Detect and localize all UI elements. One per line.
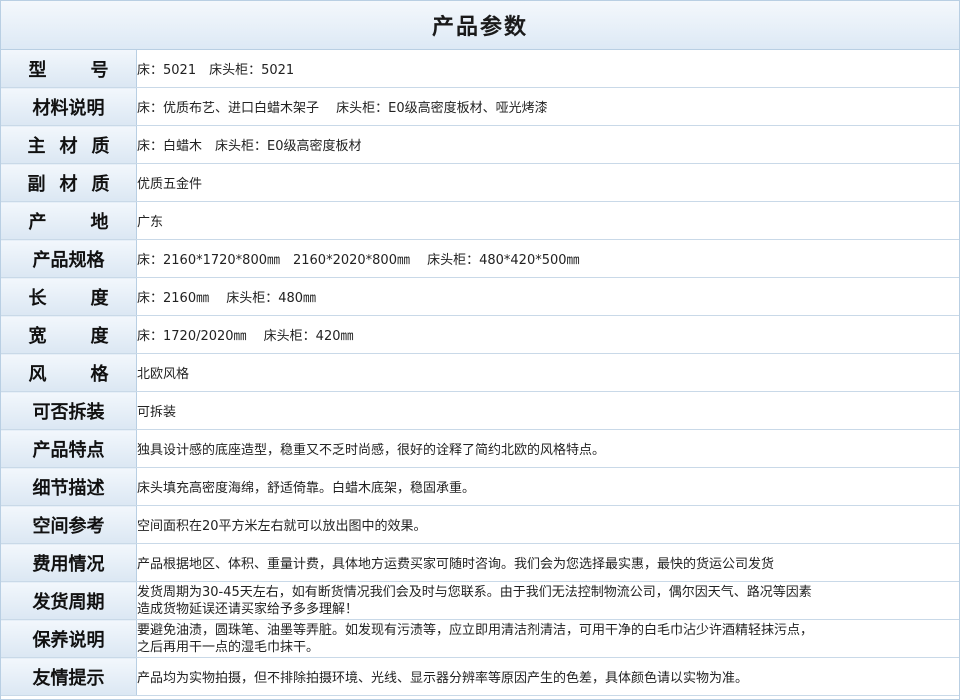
parameters-table: 型号 床：5021 床头柜：5021 材料说明 床：优质布艺、进口白蜡木架子 床… xyxy=(1,50,959,696)
table-row: 主材质 床：白蜡木 床头柜：E0级高密度板材 xyxy=(1,125,959,164)
row-value-origin: 广东 xyxy=(136,201,959,240)
row-label-spec: 产品规格 xyxy=(32,249,105,271)
row-label-length: 长度 xyxy=(28,287,153,309)
row-value-spec: 床：2160*1720*800㎜ 2160*2020*800㎜ 床头柜：480*… xyxy=(136,239,959,278)
row-value-style: 北欧风格 xyxy=(136,353,959,392)
row-value-tips: 产品均为实物拍摄，但不排除拍摄环境、光线、显示器分辨率等原因产生的色差，具体颜色… xyxy=(136,657,959,696)
row-value-material-desc: 床：优质布艺、进口白蜡木架子 床头柜：E0级高密度板材、哑光烤漆 xyxy=(136,87,959,126)
table-row: 产品特点 独具设计感的底座造型，稳重又不乏时尚感，很好的诠释了简约北欧的风格特点… xyxy=(1,429,959,468)
row-label-shipping: 发货周期 xyxy=(32,591,105,613)
row-value-sub-material: 优质五金件 xyxy=(136,163,959,202)
table-row: 副材质 优质五金件 xyxy=(1,163,959,202)
row-value-shipping-line1: 发货周期为30-45天左右，如有断货情况我们会及时与您联系。由于我们无法控制物流… xyxy=(137,584,812,600)
table-row: 产品规格 床：2160*1720*800㎜ 2160*2020*800㎜ 床头柜… xyxy=(1,239,959,278)
row-label-care: 保养说明 xyxy=(32,629,105,651)
table-row: 材料说明 床：优质布艺、进口白蜡木架子 床头柜：E0级高密度板材、哑光烤漆 xyxy=(1,87,959,126)
row-value-care-line2: 之后再用干一点的湿毛巾抹干。 xyxy=(137,639,320,655)
row-value-space-ref: 空间面积在20平方米左右就可以放出图中的效果。 xyxy=(136,505,959,544)
row-label-sub-material: 副材质 xyxy=(27,173,124,195)
table-row: 发货周期 发货周期为30-45天左右，如有断货情况我们会及时与您联系。由于我们无… xyxy=(1,581,959,620)
row-value-fees: 产品根据地区、体积、重量计费，具体地方运费买家可随时咨询。我们会为您选择最实惠，… xyxy=(136,543,959,582)
table-row: 空间参考 空间面积在20平方米左右就可以放出图中的效果。 xyxy=(1,505,959,544)
table-row: 长度 床：2160㎜ 床头柜：480㎜ xyxy=(1,277,959,316)
table-row: 友情提示 产品均为实物拍摄，但不排除拍摄环境、光线、显示器分辨率等原因产生的色差… xyxy=(1,657,959,696)
table-row: 细节描述 床头填充高密度海绵，舒适倚靠。白蜡木底架，稳固承重。 xyxy=(1,467,959,506)
table-row: 产地 广东 xyxy=(1,201,959,240)
row-value-details: 床头填充高密度海绵，舒适倚靠。白蜡木底架，稳固承重。 xyxy=(136,467,959,506)
row-label-width: 宽度 xyxy=(28,325,153,347)
row-value-detachable: 可拆装 xyxy=(136,391,959,430)
row-label-material-desc: 材料说明 xyxy=(32,97,105,119)
row-label-origin: 产地 xyxy=(28,211,153,233)
row-label-space-ref: 空间参考 xyxy=(32,515,105,537)
row-value-width: 床：1720/2020㎜ 床头柜：420㎜ xyxy=(136,315,959,354)
row-value-main-material: 床：白蜡木 床头柜：E0级高密度板材 xyxy=(136,125,959,164)
row-value-features: 独具设计感的底座造型，稳重又不乏时尚感，很好的诠释了简约北欧的风格特点。 xyxy=(136,429,959,468)
table-row: 宽度 床：1720/2020㎜ 床头柜：420㎜ xyxy=(1,315,959,354)
row-label-model: 型号 xyxy=(28,59,153,81)
table-row: 型号 床：5021 床头柜：5021 xyxy=(1,50,959,88)
product-parameters-sheet: 产品参数 型号 床：5021 床头柜：5021 材料说明 床：优质布艺、进口白蜡… xyxy=(0,0,960,700)
sheet-title: 产品参数 xyxy=(1,1,959,50)
row-value-shipping: 发货周期为30-45天左右，如有断货情况我们会及时与您联系。由于我们无法控制物流… xyxy=(136,581,959,620)
table-row: 保养说明 要避免油渍，圆珠笔、油墨等弄脏。如发现有污渍等，应立即用清洁剂清洁，可… xyxy=(1,619,959,658)
row-label-fees: 费用情况 xyxy=(32,553,105,575)
row-label-style: 风格 xyxy=(28,363,153,385)
row-label-details: 细节描述 xyxy=(32,477,105,499)
row-label-features: 产品特点 xyxy=(32,439,105,461)
table-row: 费用情况 产品根据地区、体积、重量计费，具体地方运费买家可随时咨询。我们会为您选… xyxy=(1,543,959,582)
row-value-care-line1: 要避免油渍，圆珠笔、油墨等弄脏。如发现有污渍等，应立即用清洁剂清洁，可用干净的白… xyxy=(137,622,814,638)
table-row: 风格 北欧风格 xyxy=(1,353,959,392)
row-label-tips: 友情提示 xyxy=(32,667,105,689)
table-row: 可否拆装 可拆装 xyxy=(1,391,959,430)
row-value-model: 床：5021 床头柜：5021 xyxy=(136,50,959,88)
row-value-care: 要避免油渍，圆珠笔、油墨等弄脏。如发现有污渍等，应立即用清洁剂清洁，可用干净的白… xyxy=(136,619,959,658)
row-value-length: 床：2160㎜ 床头柜：480㎜ xyxy=(136,277,959,316)
row-value-shipping-line2: 造成货物延误还请买家给予多多理解！ xyxy=(137,601,359,617)
row-label-detachable: 可否拆装 xyxy=(32,401,105,423)
row-label-main-material: 主材质 xyxy=(27,135,124,157)
